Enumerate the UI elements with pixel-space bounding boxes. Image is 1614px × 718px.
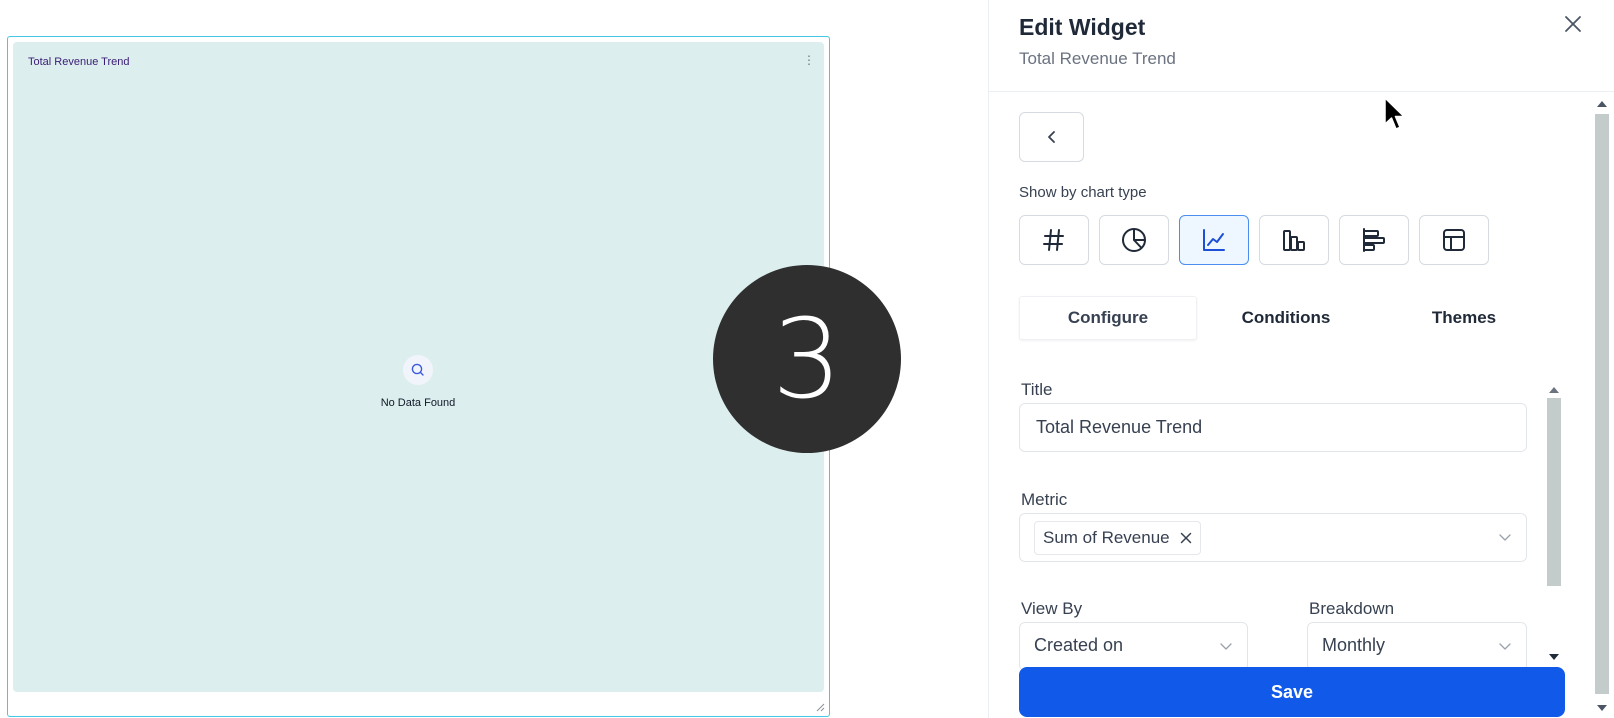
panel-scrollbar[interactable] [1593,96,1611,718]
save-button[interactable]: Save [1019,667,1565,717]
panel-title: Edit Widget [1019,14,1146,40]
chevron-left-icon [1047,131,1055,143]
view-by-label: View By [1021,599,1083,618]
chart-type-horizontal-bar-button[interactable] [1339,215,1409,265]
empty-state: No Data Found [363,355,473,409]
close-button[interactable] [1561,12,1585,36]
panel-scrollbar-thumb[interactable] [1595,114,1609,694]
scroll-up-arrow-icon[interactable] [1596,100,1608,108]
step-marker: 3 [713,265,901,453]
mouse-cursor-icon [1384,97,1405,130]
resize-handle-icon[interactable] [815,702,825,712]
line-chart-icon [1203,229,1225,251]
widget-menu-icon[interactable]: ⋮ [803,54,815,66]
view-by-select[interactable]: Created on [1019,622,1248,670]
breakdown-value: Monthly [1322,635,1386,655]
close-icon [1565,16,1581,32]
title-label: Title [1021,380,1053,399]
tab-configure[interactable]: Configure [1019,296,1197,340]
back-button[interactable] [1019,112,1084,162]
metric-chip: Sum of Revenue [1034,521,1201,555]
chart-type-selector [1019,215,1489,265]
panel-divider [989,91,1614,92]
table-icon [1443,229,1465,251]
chart-type-label: Show by chart type [1019,184,1147,201]
widget-frame[interactable]: Total Revenue Trend ⋮ No Data Found [7,36,830,717]
panel-subtitle: Total Revenue Trend [1019,49,1176,68]
metric-select[interactable]: Sum of Revenue [1019,513,1527,562]
configure-form: Title Metric Sum of Revenue View By Crea… [1019,370,1539,670]
chip-remove-button[interactable] [1180,532,1192,544]
view-by-value: Created on [1034,635,1124,655]
scroll-up-arrow-icon[interactable] [1548,386,1560,394]
close-icon [1180,532,1191,544]
metric-label: Metric [1021,490,1068,509]
widget-card: Total Revenue Trend ⋮ No Data Found [13,42,824,692]
metric-chip-label: Sum of Revenue [1043,528,1170,547]
hash-icon [1043,229,1064,251]
chevron-down-icon [1499,534,1511,541]
chart-type-line-button[interactable] [1179,215,1249,265]
bar-chart-icon [1283,230,1305,251]
breakdown-select[interactable]: Monthly [1307,622,1527,670]
scroll-down-arrow-icon[interactable] [1596,704,1608,712]
form-scrollbar-thumb[interactable] [1547,398,1561,586]
widget-title: Total Revenue Trend [28,56,130,68]
chart-type-pie-button[interactable] [1099,215,1169,265]
tab-conditions[interactable]: Conditions [1197,296,1375,340]
edit-widget-panel: Edit Widget Total Revenue Trend Show by … [988,0,1614,718]
horizontal-bar-chart-icon [1363,228,1385,252]
pie-chart-icon [1122,228,1146,252]
chevron-down-icon [1220,643,1232,650]
search-icon [403,355,433,385]
breakdown-label: Breakdown [1309,599,1395,618]
chart-type-table-button[interactable] [1419,215,1489,265]
chart-type-number-button[interactable] [1019,215,1089,265]
form-scrollbar[interactable] [1545,383,1561,663]
chevron-down-icon [1499,643,1511,650]
title-input[interactable] [1019,403,1527,452]
panel-tabs: Configure Conditions Themes [1019,296,1553,340]
tab-themes[interactable]: Themes [1375,296,1553,340]
chart-type-bar-button[interactable] [1259,215,1329,265]
no-data-text: No Data Found [380,397,456,409]
scroll-down-arrow-icon[interactable] [1548,653,1560,661]
